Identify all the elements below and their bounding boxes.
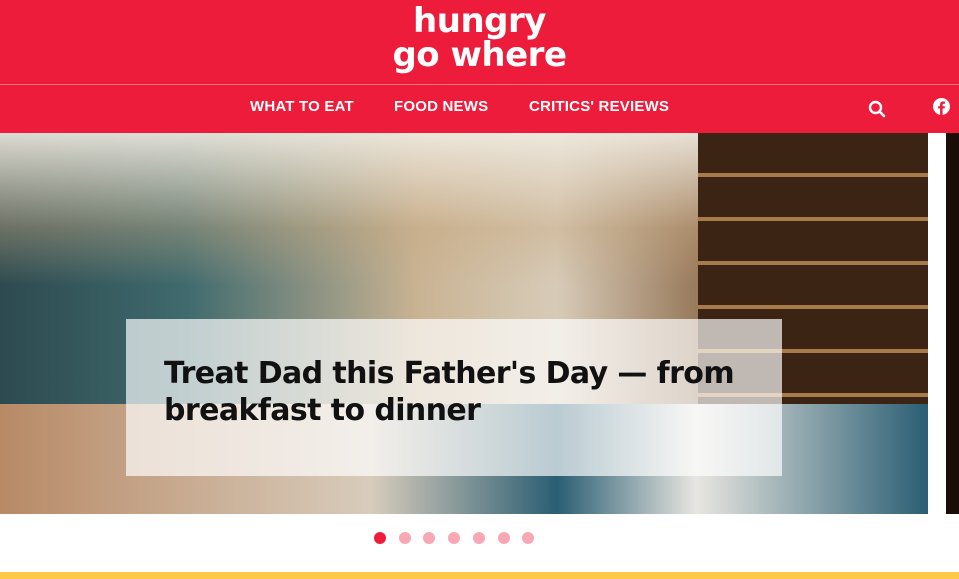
carousel-dot[interactable]: [472, 532, 485, 544]
carousel-dot[interactable]: [497, 532, 510, 544]
carousel-dot[interactable]: [398, 532, 411, 544]
nav-what-to-eat[interactable]: WHAT TO EAT: [250, 98, 354, 115]
main-nav: WHAT TO EAT FOOD NEWS CRITICS' REVIEWS: [0, 98, 959, 120]
logo-line-2: go where: [392, 35, 567, 75]
logo-line-1: hungry: [413, 1, 546, 41]
facebook-icon[interactable]: [933, 98, 950, 119]
carousel-dot[interactable]: [374, 532, 386, 544]
site-header: hungry go where WHAT TO EAT FOOD NEWS CR…: [0, 0, 959, 133]
nav-critics-reviews[interactable]: CRITICS' REVIEWS: [529, 98, 669, 115]
next-slide-peek[interactable]: [946, 133, 959, 514]
hero-caption: Treat Dad this Father's Day — from break…: [126, 319, 782, 476]
carousel-dot[interactable]: [423, 532, 436, 544]
search-icon[interactable]: [868, 100, 886, 122]
header-divider: [0, 84, 959, 85]
hero-title[interactable]: Treat Dad this Father's Day — from break…: [164, 355, 744, 429]
section-divider: [0, 572, 959, 579]
carousel-dot[interactable]: [522, 532, 535, 544]
carousel-dot[interactable]: [448, 532, 461, 544]
site-logo[interactable]: hungry go where: [0, 4, 959, 72]
nav-food-news[interactable]: FOOD NEWS: [394, 98, 488, 115]
hero-slide[interactable]: Treat Dad this Father's Day — from break…: [0, 133, 928, 514]
